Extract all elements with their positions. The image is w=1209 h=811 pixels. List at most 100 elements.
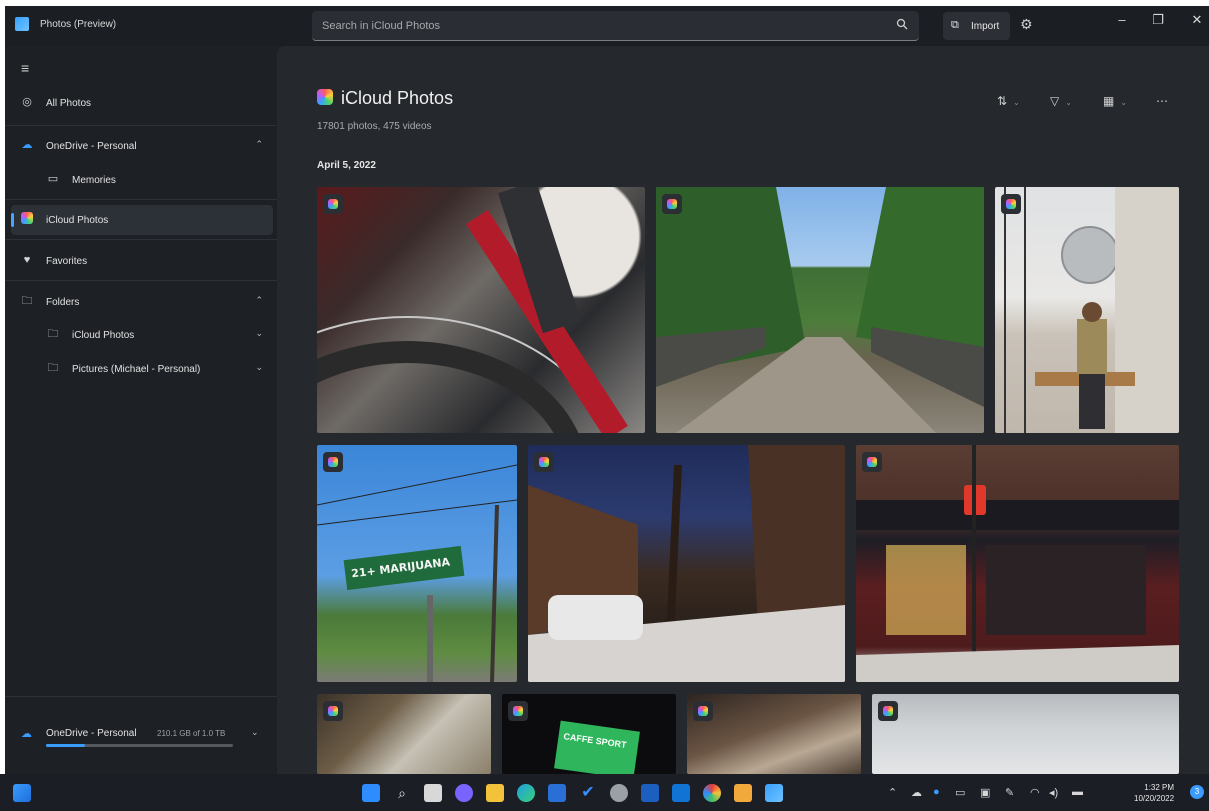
photo-thumbnail[interactable]: 21+ MARIJUANA xyxy=(317,445,517,682)
photos-app-icon xyxy=(15,17,29,31)
start-icon[interactable] xyxy=(362,784,380,802)
sidebar-item-label: All Photos xyxy=(46,98,92,109)
title-bar: Photos (Preview) Search in iCloud Photos… xyxy=(5,6,1209,46)
winter-street-picture xyxy=(528,445,845,682)
more-icon: ⋯ xyxy=(1156,94,1168,108)
search-icon[interactable] xyxy=(893,17,911,35)
settings-icon[interactable] xyxy=(610,784,628,802)
photos-icon[interactable] xyxy=(765,784,783,802)
memories-icon: ▭ xyxy=(47,173,59,185)
view-button[interactable]: ▦ ⌄ xyxy=(1103,94,1127,108)
widgets-icon[interactable] xyxy=(13,784,31,802)
photo-thumbnail[interactable] xyxy=(317,694,491,774)
folder-icon: 🗀 xyxy=(47,328,59,340)
sidebar-item-onedrive[interactable]: ☁ OneDrive - Personal ⌃ xyxy=(11,131,273,161)
chevron-down-icon: ⌄ xyxy=(1065,98,1072,107)
chevron-down-icon: ⌄ xyxy=(1013,98,1020,107)
heart-icon: ♥ xyxy=(23,254,31,266)
close-button[interactable]: ✕ xyxy=(1187,12,1207,28)
main-content: iCloud Photos 17801 photos, 475 videos A… xyxy=(277,46,1209,774)
icloud-badge-icon xyxy=(534,452,554,472)
store-icon[interactable] xyxy=(548,784,566,802)
import-icon: ⧉ xyxy=(951,19,959,31)
cloud-icon: ☁ xyxy=(21,139,33,151)
edge-icon[interactable] xyxy=(517,784,535,802)
minimize-button[interactable]: – xyxy=(1112,12,1132,27)
photo-thumbnail[interactable] xyxy=(995,187,1179,433)
photo-thumbnail[interactable] xyxy=(856,445,1179,682)
photo-thumbnail[interactable] xyxy=(528,445,845,682)
file-explorer-icon[interactable] xyxy=(486,784,504,802)
app-title: Photos (Preview) xyxy=(40,19,117,30)
display-icon[interactable]: ▭ xyxy=(955,786,965,799)
sort-button[interactable]: ⇅ ⌄ xyxy=(997,94,1020,108)
photo-thumbnail[interactable] xyxy=(872,694,1179,774)
icloud-badge-icon xyxy=(323,194,343,214)
quota-progress-bar xyxy=(46,744,233,747)
chevron-down-icon: ⌄ xyxy=(1120,98,1128,107)
cafe-storefront-picture xyxy=(856,445,1179,682)
filter-button[interactable]: ▽ ⌄ xyxy=(1050,94,1072,108)
more-button[interactable]: ⋯ xyxy=(1156,94,1168,108)
icloud-icon xyxy=(20,212,34,226)
pen-icon[interactable]: ✎ xyxy=(1005,786,1014,799)
sidebar-item-memories[interactable]: ▭ Memories xyxy=(11,165,273,195)
photo-thumbnail[interactable] xyxy=(656,187,984,433)
chat-icon[interactable] xyxy=(455,784,473,802)
photo-thumbnail[interactable] xyxy=(317,187,645,433)
divider xyxy=(5,125,277,126)
photo-count: 17801 photos, 475 videos xyxy=(317,121,432,132)
chevron-down-icon[interactable]: ⌄ xyxy=(251,727,259,738)
folder-icon: 🗀 xyxy=(47,362,59,374)
hamburger-menu-icon[interactable]: ≡ xyxy=(21,60,29,76)
sidebar-item-favorites[interactable]: ♥ Favorites xyxy=(11,246,273,276)
chevron-down-icon[interactable]: ⌄ xyxy=(255,328,263,339)
clock-time: 1:32 PM xyxy=(1144,783,1175,792)
search-input[interactable]: Search in iCloud Photos xyxy=(312,11,919,41)
tablet-icon[interactable]: ▣ xyxy=(980,786,990,799)
notification-badge[interactable]: 3 xyxy=(1190,785,1204,799)
cloud-icon[interactable]: ☁ xyxy=(911,786,922,799)
sidebar-item-icloud-photos[interactable]: iCloud Photos xyxy=(11,205,273,235)
clock-date: 10/20/2022 xyxy=(1134,794,1175,803)
todo-icon[interactable]: ✔ xyxy=(579,784,597,802)
wifi-icon[interactable]: ◠ xyxy=(1030,786,1040,799)
cloud-icon: ☁ xyxy=(21,728,32,740)
word-icon[interactable] xyxy=(641,784,659,802)
bicycle-fork-picture xyxy=(317,187,628,433)
storage-quota[interactable]: ☁ OneDrive - Personal 210.1 GB of 1.0 TB… xyxy=(5,696,277,774)
divider xyxy=(5,239,277,240)
import-button[interactable]: ⧉ Import xyxy=(943,12,1010,40)
quota-usage: 210.1 GB of 1.0 TB xyxy=(157,729,226,738)
task-view-icon[interactable] xyxy=(424,784,442,802)
chevron-up-icon[interactable]: ⌃ xyxy=(255,139,263,150)
icloud-badge-icon xyxy=(1001,194,1021,214)
gear-icon[interactable]: ⚙ xyxy=(1020,16,1033,33)
chevron-up-icon[interactable]: ⌃ xyxy=(255,295,263,306)
files-icon[interactable] xyxy=(734,784,752,802)
divider xyxy=(5,199,277,200)
sidebar-item-folder-icloud-photos[interactable]: 🗀 iCloud Photos ⌄ xyxy=(11,320,273,350)
clock[interactable]: 1:32 PM 10/20/2022 xyxy=(1134,782,1174,804)
sidebar-item-label: Favorites xyxy=(46,256,88,267)
search-icon[interactable]: ⌕ xyxy=(393,784,411,802)
photo-thumbnail[interactable] xyxy=(687,694,861,774)
sidebar-item-folder-pictures[interactable]: 🗀 Pictures (Michael - Personal) ⌄ xyxy=(11,354,273,384)
sidebar-item-folders[interactable]: 🗀 Folders ⌃ xyxy=(11,287,273,317)
icloud-badge-icon xyxy=(662,194,682,214)
maximize-button[interactable]: ❐ xyxy=(1148,12,1168,28)
photo-thumbnail[interactable]: CAFFE SPORT xyxy=(502,694,676,774)
bluetooth-icon[interactable]: ● xyxy=(933,786,940,798)
slack-icon[interactable] xyxy=(703,784,721,802)
volume-icon[interactable]: ◂) xyxy=(1049,786,1058,799)
chevron-up-icon[interactable]: ⌃ xyxy=(888,786,897,799)
icloud-icon xyxy=(317,89,333,105)
outlook-icon[interactable] xyxy=(672,784,690,802)
chevron-down-icon[interactable]: ⌄ xyxy=(255,362,263,373)
icloud-badge-icon xyxy=(693,701,713,721)
battery-icon[interactable]: ▬ xyxy=(1072,786,1083,798)
sidebar-item-label: Pictures (Michael - Personal) xyxy=(72,364,201,375)
sort-icon: ⇅ xyxy=(997,94,1008,108)
sidebar-item-all-photos[interactable]: ◎ All Photos xyxy=(11,88,273,118)
selection-indicator xyxy=(11,213,14,227)
